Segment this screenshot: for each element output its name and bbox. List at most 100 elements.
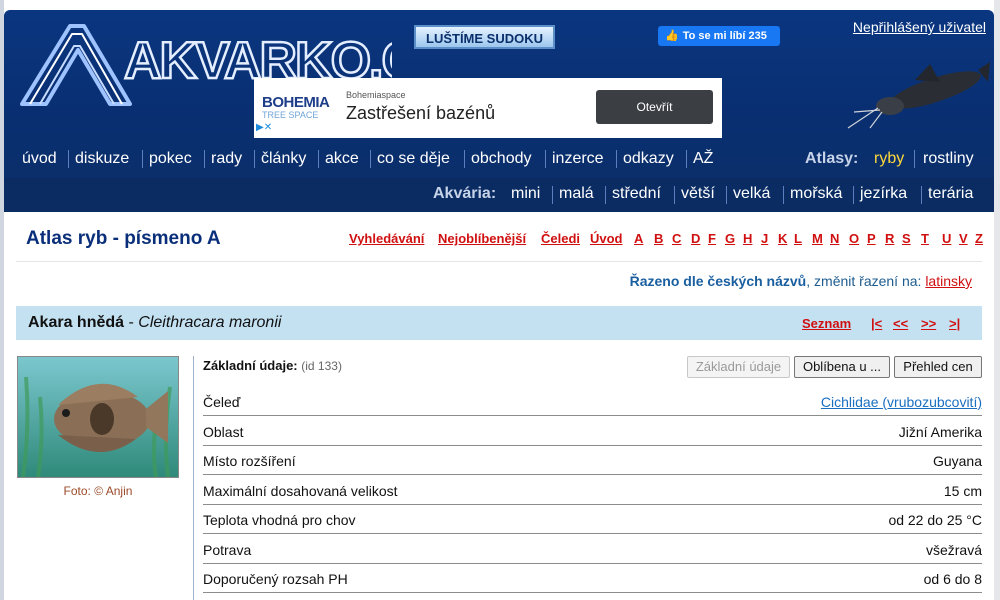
aquarium-item-2[interactable]: střední	[612, 185, 661, 203]
scrollbar[interactable]	[994, 0, 1000, 600]
advertisement[interactable]: BOHEMIA TREE SPACE Bohemiaspace Zastřeše…	[254, 78, 722, 138]
nav-item-5[interactable]: akce	[325, 150, 359, 168]
atlas-ryby[interactable]: ryby	[874, 150, 904, 168]
letter-link-23[interactable]: Z	[975, 231, 983, 246]
main-navigation: úvod diskuze pokec rady články akce co se děje…	[4, 137, 994, 177]
aquarium-item-0[interactable]: mini	[511, 185, 540, 203]
ad-open-button[interactable]: Otevřít	[596, 90, 713, 124]
letter-link-0[interactable]: Vyhledávání	[349, 231, 424, 246]
nav-separator	[545, 150, 546, 168]
letter-link-6[interactable]: C	[672, 231, 681, 246]
letter-link-5[interactable]: B	[654, 231, 663, 246]
letter-link-7[interactable]: D	[691, 231, 700, 246]
tab-price-overview[interactable]: Přehled cen	[894, 356, 982, 378]
letter-link-11[interactable]: J	[761, 231, 768, 246]
row-label: Teplota vhodná pro chov	[203, 512, 356, 528]
aquarium-item-6[interactable]: jezírka	[860, 185, 907, 203]
letter-link-18[interactable]: R	[885, 231, 894, 246]
fish-czech-name: Akara hnědá	[28, 314, 125, 331]
nav-item-10[interactable]: AŽ	[693, 150, 713, 168]
facebook-like-button[interactable]: 👍 To se mi líbí 235	[658, 26, 780, 46]
nav-separator	[914, 150, 915, 168]
letter-link-19[interactable]: S	[902, 231, 911, 246]
letter-link-3[interactable]: Úvod	[590, 231, 623, 246]
photo-caption: Foto: © Anjin	[63, 484, 133, 498]
nav-item-2[interactable]: pokec	[149, 150, 192, 168]
aquarium-item-4[interactable]: velká	[733, 185, 770, 203]
fish-latin-name: Cleithracara maronii	[138, 314, 282, 331]
letter-link-10[interactable]: H	[743, 231, 752, 246]
letter-link-2[interactable]: Čeledi	[541, 231, 580, 246]
letter-link-17[interactable]: P	[867, 231, 876, 246]
aquarium-item-3[interactable]: větší	[681, 185, 715, 203]
row-label: Místo rozšíření	[203, 453, 296, 469]
pager-last[interactable]: >|	[949, 316, 960, 331]
ad-brand-sub: TREE SPACE	[262, 110, 319, 120]
sort-latin-link[interactable]: latinsky	[925, 273, 972, 289]
details-title: Základní údaje: (id 133)	[203, 358, 342, 373]
seznam-link[interactable]: Seznam	[802, 316, 851, 331]
divider	[16, 261, 982, 262]
nav-separator	[616, 150, 617, 168]
family-link[interactable]: Cichlidae (vrubozubcovití)	[821, 394, 982, 410]
tab-basic-info[interactable]: Základní údaje	[687, 356, 790, 378]
catfish-image	[847, 62, 990, 129]
letter-link-21[interactable]: U	[942, 231, 951, 246]
like-count: To se mi líbí 235	[682, 30, 767, 42]
aquarium-separator	[853, 186, 854, 204]
aquarium-separator	[783, 186, 784, 204]
details-divider	[193, 356, 194, 600]
aquarium-separator	[674, 186, 675, 204]
letter-link-12[interactable]: K	[778, 231, 787, 246]
atlas-rostliny[interactable]: rostliny	[923, 150, 974, 168]
row-label: Doporučený rozsah PH	[203, 571, 348, 587]
nav-separator	[68, 150, 69, 168]
nav-separator	[142, 150, 143, 168]
row-value: 15 cm	[943, 482, 982, 499]
user-login-link[interactable]: Nepřihlášený uživatel	[853, 19, 986, 35]
nav-item-6[interactable]: co se děje	[377, 150, 450, 168]
letter-link-15[interactable]: N	[830, 231, 839, 246]
ad-headline[interactable]: Zastřešení bazénů	[346, 103, 495, 124]
pager-first[interactable]: |<	[871, 316, 882, 331]
thumbs-up-icon: 👍	[665, 30, 679, 42]
letter-link-8[interactable]: F	[708, 231, 716, 246]
aquarium-item-7[interactable]: terária	[928, 185, 973, 203]
table-row: Maximální dosahovaná velikost 15 cm	[203, 476, 982, 505]
nav-item-8[interactable]: inzerce	[552, 150, 604, 168]
row-value: od 22 do 25 °C	[888, 512, 982, 528]
sudoku-button[interactable]: LUŠTÍME SUDOKU	[414, 25, 555, 49]
nav-item-3[interactable]: rady	[211, 150, 242, 168]
sort-info: Řazeno dle českých názvů, změnit řazení …	[630, 273, 972, 289]
pager-prev[interactable]: <<	[893, 316, 908, 331]
nav-item-1[interactable]: diskuze	[75, 150, 129, 168]
atlasy-label: Atlasy:	[805, 150, 859, 167]
letter-link-9[interactable]: G	[725, 231, 735, 246]
letter-link-13[interactable]: L	[794, 231, 802, 246]
row-divider	[203, 592, 982, 593]
letter-link-14[interactable]: M	[812, 231, 823, 246]
letter-link-22[interactable]: V	[959, 231, 968, 246]
nav-item-4[interactable]: články	[261, 150, 306, 168]
nav-separator	[254, 150, 255, 168]
letter-link-1[interactable]: Nejoblíbenější	[438, 231, 526, 246]
adchoices-icon[interactable]: ▶✕	[256, 122, 272, 133]
nav-item-9[interactable]: odkazy	[623, 150, 674, 168]
fish-photo-image	[18, 357, 178, 477]
letter-link-20[interactable]: T	[921, 231, 929, 246]
table-row: Místo rozšíření Guyana	[203, 446, 982, 475]
aquarium-separator	[605, 186, 606, 204]
letter-link-4[interactable]: A	[634, 231, 643, 246]
tab-favourite[interactable]: Oblíbena u ...	[794, 356, 890, 378]
aquarium-item-5[interactable]: mořská	[790, 185, 842, 203]
row-label: Potrava	[203, 541, 252, 558]
nav-item-0[interactable]: úvod	[22, 150, 57, 168]
aquarium-item-1[interactable]: malá	[559, 185, 594, 203]
nav-item-7[interactable]: obchody	[471, 150, 532, 168]
fish-photo[interactable]	[17, 356, 179, 478]
pager-next[interactable]: >>	[921, 316, 936, 331]
row-value: všežravá	[925, 541, 982, 558]
site-header: AKVARKO.CZ LUŠTÍME SUDOKU 👍To se mi líbí…	[4, 10, 994, 178]
table-row: Teplota vhodná pro chov od 22 do 25 °C	[203, 505, 982, 534]
letter-link-16[interactable]: O	[849, 231, 859, 246]
